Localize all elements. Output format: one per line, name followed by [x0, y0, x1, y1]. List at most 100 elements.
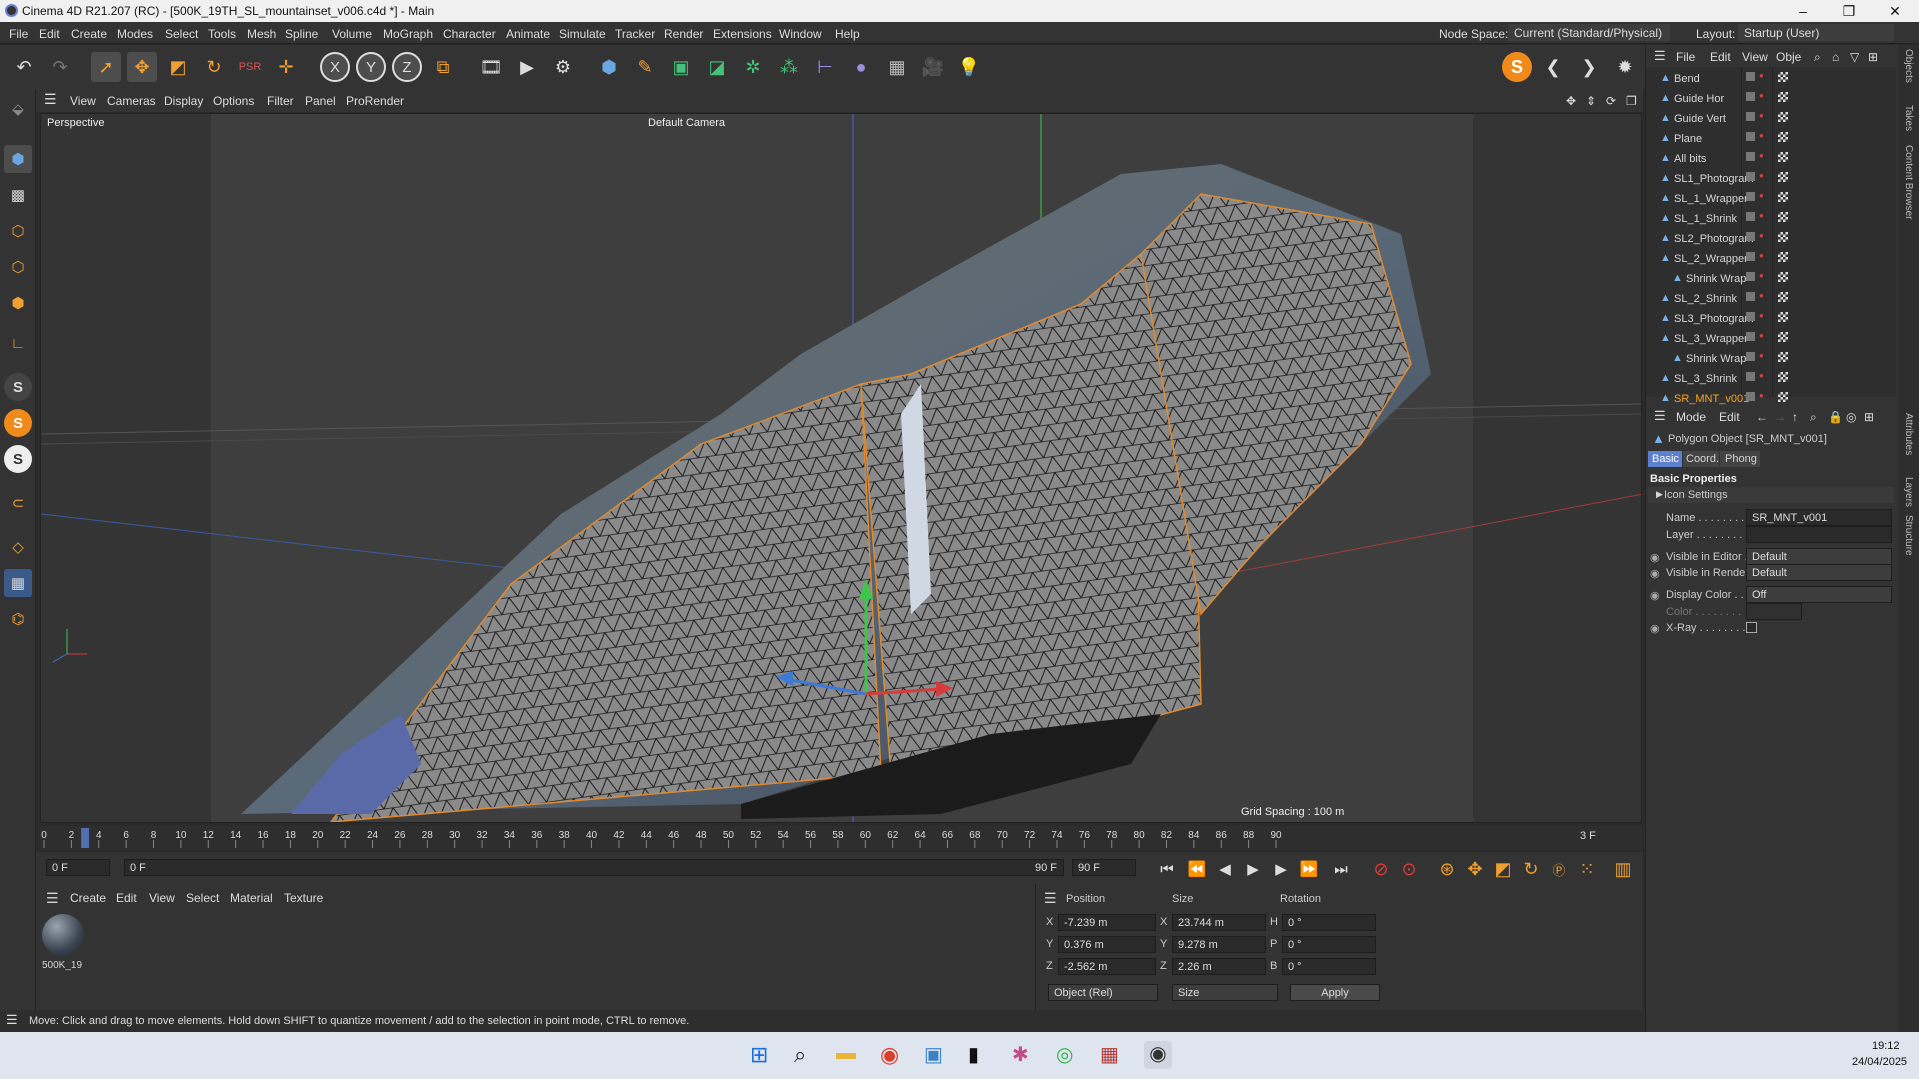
plugin-s3-icon[interactable]: S [4, 445, 32, 473]
transform-tool-icon[interactable]: ✛ [271, 52, 301, 82]
attributes-search-icon[interactable]: ⌕ [1810, 410, 1817, 425]
end-frame-field[interactable]: 90 F [1072, 859, 1136, 876]
layout-select[interactable]: Startup (User) [1738, 24, 1894, 41]
preview-range-slider[interactable]: 0 F 90 F [124, 859, 1064, 876]
material-menu-icon[interactable]: ☰ [46, 890, 59, 907]
render-dot-icon[interactable]: ● [1759, 71, 1764, 80]
file-explorer-icon[interactable]: ▬ [836, 1042, 856, 1065]
objects-menu-view[interactable]: View [1742, 50, 1768, 64]
key-scale-icon[interactable]: ◩ [1488, 854, 1518, 884]
layer-visibility-icon[interactable] [1746, 172, 1755, 181]
layer-visibility-icon[interactable] [1746, 312, 1755, 321]
layer-visibility-icon[interactable] [1746, 272, 1755, 281]
z-axis-lock-icon[interactable]: Z [392, 52, 422, 82]
viewport-rotate-icon[interactable]: ⟳ [1606, 94, 1616, 108]
texture-tag-icon[interactable] [1778, 392, 1788, 402]
attributes-new-icon[interactable]: ⊞ [1864, 410, 1874, 424]
objects-search-icon[interactable]: ⌕ [1814, 50, 1821, 65]
layer-visibility-icon[interactable] [1746, 332, 1755, 341]
objects-new-view-icon[interactable]: ⊞ [1868, 50, 1878, 64]
render-dot-icon[interactable]: ● [1759, 271, 1764, 280]
axis-mode-icon[interactable]: ∟ [4, 329, 32, 357]
apply-button[interactable]: Apply [1290, 984, 1380, 1001]
pos-x-field[interactable]: -7.239 m [1058, 914, 1156, 931]
timeline-ruler[interactable]: 0 2 4 6 8 10 12 14 16 18 20 22 24 26 28 30 32 34 36 38 40 42 4… [40, 826, 1642, 850]
plugin-s-icon[interactable]: S [1502, 52, 1532, 82]
floor-icon[interactable]: ▦ [882, 52, 912, 82]
menu-volume[interactable]: Volume [332, 27, 372, 41]
object-row[interactable]: ▲ All bits ● [1646, 149, 1896, 169]
plugin-s2-icon[interactable]: S [4, 409, 32, 437]
texture-tag-icon[interactable] [1778, 172, 1788, 182]
render-dot-icon[interactable]: ● [1759, 391, 1764, 400]
tab-basic[interactable]: Basic [1648, 451, 1682, 467]
minimize-button[interactable]: – [1780, 0, 1826, 22]
object-row[interactable]: ▲ Shrink Wrap ● [1646, 349, 1896, 369]
search-icon[interactable]: ⌕ [794, 1042, 806, 1068]
viewport-3d[interactable]: Perspective Default Camera Grid Spacing … [40, 113, 1642, 823]
texture-tag-icon[interactable] [1778, 152, 1788, 162]
attributes-menu-edit[interactable]: Edit [1719, 410, 1740, 424]
layer-visibility-icon[interactable] [1746, 72, 1755, 81]
object-row[interactable]: ▲ Guide Hor ● [1646, 89, 1896, 109]
recent-tools-icon[interactable]: PSR [235, 52, 265, 82]
anim-dot-icon[interactable]: ◉ [1650, 567, 1660, 580]
objects-menu-objects[interactable]: Obje [1776, 50, 1801, 64]
viewport-menu-view[interactable]: View [70, 94, 96, 108]
attributes-up-icon[interactable]: ↑ [1792, 410, 1798, 424]
texture-tag-icon[interactable] [1778, 372, 1788, 382]
workplane-icon[interactable]: ◇ [4, 533, 32, 561]
layer-visibility-icon[interactable] [1746, 352, 1755, 361]
field-icon[interactable]: ● [846, 52, 876, 82]
material-thumbnail[interactable] [42, 914, 84, 956]
object-row[interactable]: ▲ SL_3_Wrapper ● [1646, 329, 1896, 349]
menu-render[interactable]: Render [664, 27, 703, 41]
texture-tag-icon[interactable] [1778, 332, 1788, 342]
objects-filter-icon[interactable]: ▽ [1850, 50, 1859, 64]
layer-visibility-icon[interactable] [1746, 112, 1755, 121]
render-picture-viewer-icon[interactable]: ▶ [512, 52, 542, 82]
next-key-icon[interactable]: ⏩ [1294, 854, 1324, 884]
scale-tool-icon[interactable]: ◩ [163, 52, 193, 82]
layer-visibility-icon[interactable] [1746, 252, 1755, 261]
snapping-s-icon[interactable]: S [4, 373, 32, 401]
key-parameter-icon[interactable]: Ⓟ [1544, 854, 1574, 884]
viewport-menu-prorender[interactable]: ProRender [346, 94, 404, 108]
close-button[interactable]: ✕ [1872, 0, 1918, 22]
layer-visibility-icon[interactable] [1746, 152, 1755, 161]
rotate-tool-icon[interactable]: ↻ [199, 52, 229, 82]
go-to-start-icon[interactable]: ⏮ [1152, 854, 1182, 884]
viewport-menu-filter[interactable]: Filter [267, 94, 294, 108]
points-mode-icon[interactable]: ⬡ [4, 217, 32, 245]
render-settings-icon[interactable]: ⚙ [548, 52, 578, 82]
side-tab-structure[interactable]: Structure [1903, 515, 1914, 556]
side-tab-layers[interactable]: Layers [1903, 477, 1914, 507]
render-dot-icon[interactable]: ● [1759, 171, 1764, 180]
texture-tag-icon[interactable] [1778, 112, 1788, 122]
render-dot-icon[interactable]: ● [1759, 191, 1764, 200]
render-dot-icon[interactable]: ● [1759, 351, 1764, 360]
object-row[interactable]: ▲ SL3_Photogram ● [1646, 309, 1896, 329]
render-dot-icon[interactable]: ● [1759, 331, 1764, 340]
menu-window[interactable]: Window [779, 27, 822, 41]
render-dot-icon[interactable]: ● [1759, 371, 1764, 380]
make-editable-icon[interactable]: ⬙ [4, 95, 32, 123]
object-row[interactable]: ▲ SL_2_Shrink ● [1646, 289, 1896, 309]
subdivision-icon[interactable]: ▣ [666, 52, 696, 82]
side-tab-attributes[interactable]: Attributes [1903, 413, 1914, 455]
objects-menu-edit[interactable]: Edit [1710, 50, 1731, 64]
spline-pen-icon[interactable]: ✎ [630, 52, 660, 82]
visible-editor-select[interactable]: Default [1746, 548, 1892, 565]
layer-visibility-icon[interactable] [1746, 392, 1755, 401]
visible-renderer-select[interactable]: Default [1746, 564, 1892, 581]
objects-home-icon[interactable]: ⌂ [1832, 50, 1839, 64]
anim-dot-icon[interactable]: ◉ [1650, 551, 1660, 564]
settings-gear-icon[interactable]: ✹ [1610, 52, 1640, 82]
edges-mode-icon[interactable]: ⬡ [4, 253, 32, 281]
side-tab-takes[interactable]: Takes [1903, 105, 1914, 131]
object-row[interactable]: ▲ SL_1_Wrapper ● [1646, 189, 1896, 209]
attributes-menu-mode[interactable]: Mode [1676, 410, 1706, 424]
menu-help[interactable]: Help [835, 27, 860, 41]
maximize-button[interactable]: ❐ [1826, 0, 1872, 22]
texture-tag-icon[interactable] [1778, 352, 1788, 362]
